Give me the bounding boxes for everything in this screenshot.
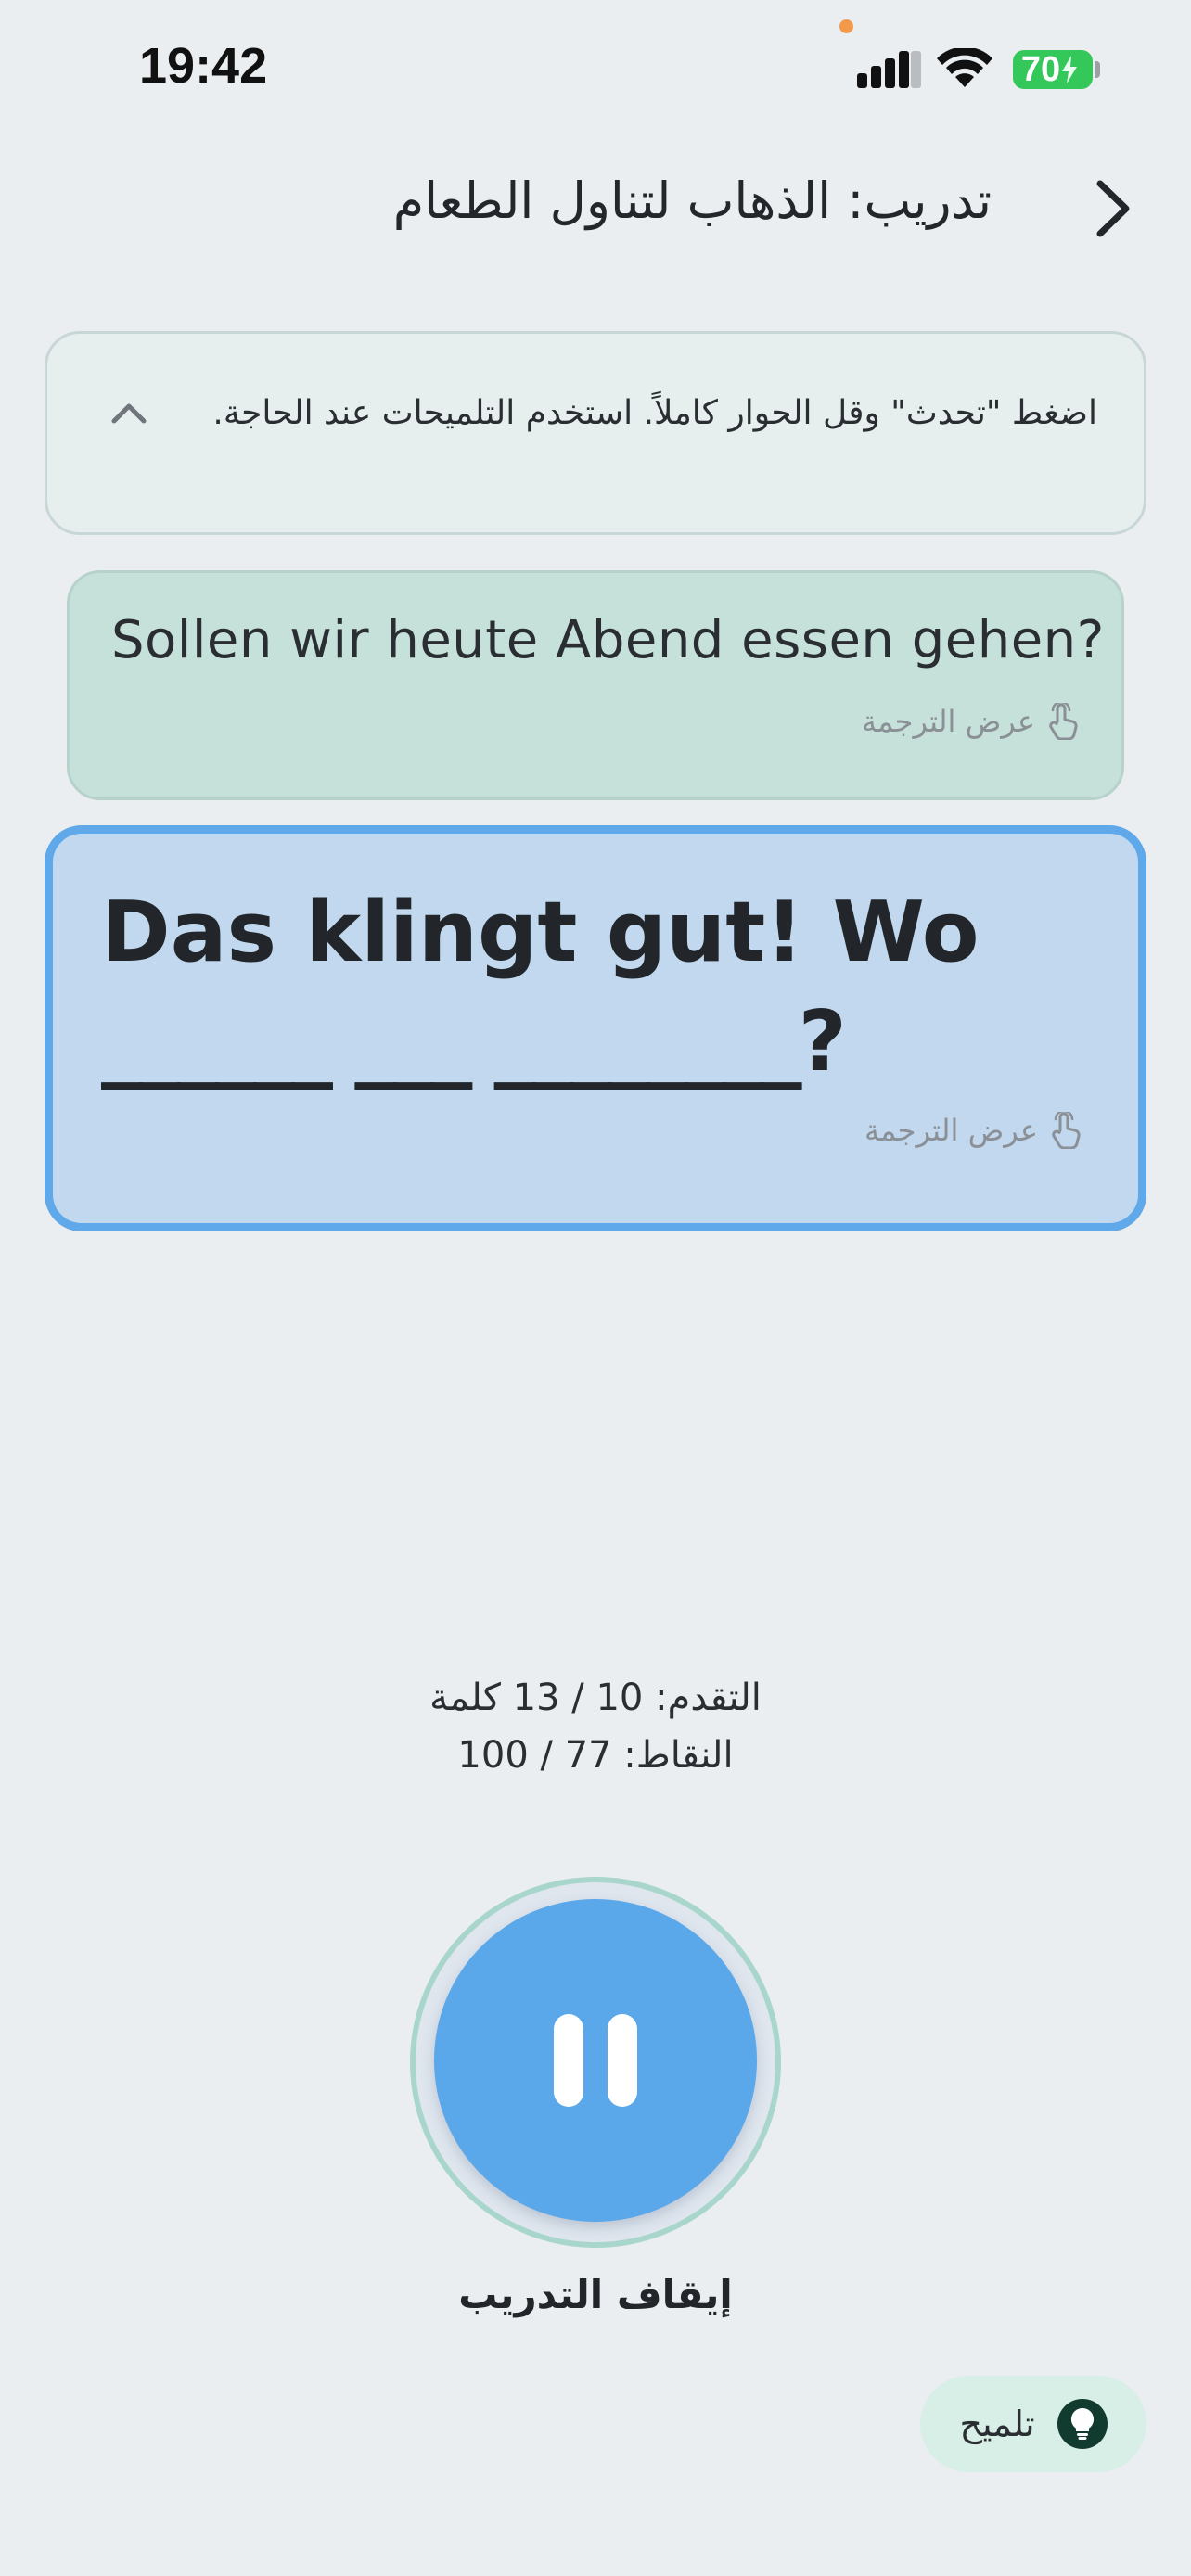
privacy-indicator-dot [839,19,853,33]
pause-icon [554,2014,637,2107]
partner-message-bubble: Sollen wir heute Abend essen gehen? عرض … [67,570,1124,800]
partner-translation-label: عرض الترجمة [862,704,1035,739]
battery-cap [1095,61,1100,78]
back-button[interactable] [1085,176,1141,241]
collapse-instructions-button[interactable] [101,389,157,436]
chevron-up-icon [111,403,147,424]
partner-show-translation-button[interactable]: عرض الترجمة [862,703,1080,740]
lightbulb-icon [1057,2399,1108,2449]
user-response-text-line1: Das klingt gut! Wo [101,884,980,981]
user-show-translation-button[interactable]: عرض الترجمة [864,1112,1082,1149]
stop-training-label: إيقاف التدريب [458,2272,733,2317]
user-response-bubble: Das klingt gut! Wo ______ ___ ________? … [45,825,1146,1231]
score-text: النقاط: 77 / 100 [457,1734,734,1777]
user-translation-label: عرض الترجمة [864,1113,1038,1148]
status-time: 19:42 [139,38,268,94]
hint-button[interactable]: تلميح [920,2376,1146,2472]
hint-label: تلميح [959,2404,1035,2444]
tap-hand-icon [1052,1112,1081,1149]
charging-bolt-icon [1062,56,1078,83]
page-title: تدريب: الذهاب لتناول الطعام [392,172,992,230]
instruction-text: اضغط "تحدث" وقل الحوار كاملاً. استخدم ال… [212,394,1097,432]
user-response-blanks-line2: ______ ___ ________? [101,993,847,1090]
cellular-signal-icon [857,51,921,88]
instruction-card: اضغط "تحدث" وقل الحوار كاملاً. استخدم ال… [45,331,1146,535]
wifi-icon [937,48,992,87]
partner-message-text: Sollen wir heute Abend essen gehen? [111,610,1105,670]
battery-indicator: 70 [1013,50,1093,89]
chevron-right-icon [1096,180,1130,237]
battery-level: 70 [1020,49,1061,89]
progress-words-text: التقدم: 10 / 13 كلمة [429,1677,762,1719]
tap-hand-icon [1049,703,1078,740]
pause-training-button[interactable] [434,1899,757,2222]
